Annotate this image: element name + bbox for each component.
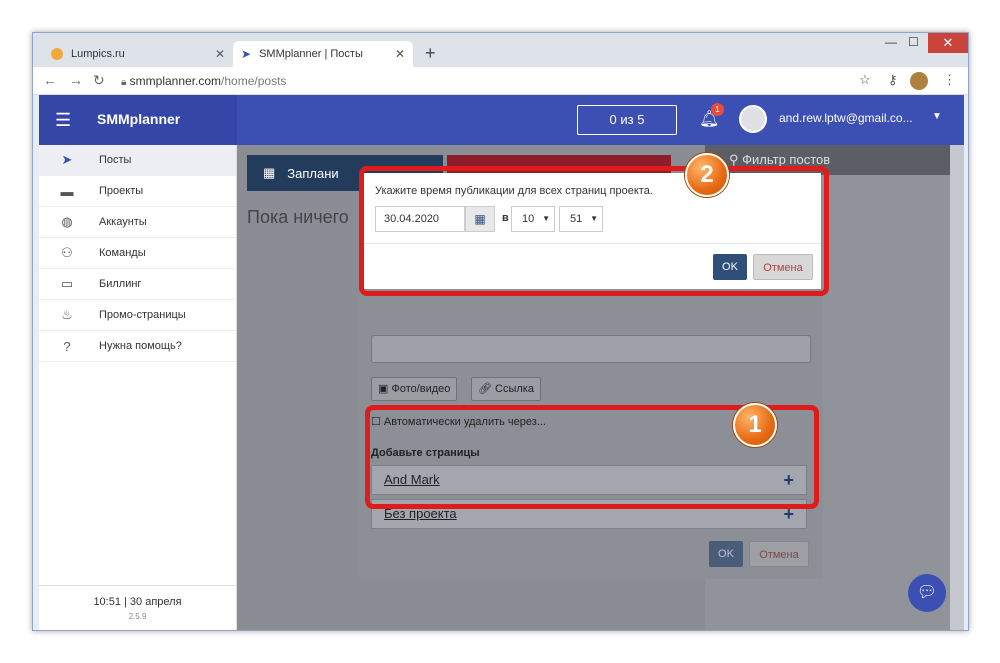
logo-area: ☰ SMMplanner <box>39 95 237 145</box>
sidebar-item-label: Проекты <box>99 185 144 197</box>
footer-time: 10:51 | 30 апреля <box>93 596 182 608</box>
folder-icon: ▬ <box>60 183 74 199</box>
hamburger-icon[interactable]: ☰ <box>55 111 71 129</box>
sidebar-item-help[interactable]: ? Нужна помощь? <box>39 331 236 362</box>
page-scrollbar[interactable] <box>950 145 964 630</box>
sidebar-item-label: Посты <box>99 154 132 166</box>
key-icon[interactable]: ⚷ <box>888 72 898 88</box>
sidebar-item-posts[interactable]: ➤ Посты <box>39 145 236 176</box>
tab-lumpics[interactable]: Lumpics.ru ✕ <box>43 41 233 67</box>
post-text-field[interactable] <box>371 335 811 363</box>
sidebar-item-teams[interactable]: ⚇ Команды <box>39 238 236 269</box>
calendar-plus-icon: ▦ <box>263 165 276 180</box>
filter-icon: ⚲ <box>729 152 743 167</box>
sidebar-item-label: Биллинг <box>99 278 142 290</box>
user-avatar[interactable] <box>739 105 767 133</box>
sidebar-item-label: Команды <box>99 247 146 259</box>
sidebar-item-label: Нужна помощь? <box>99 340 182 352</box>
forward-icon[interactable]: → <box>69 72 83 88</box>
sidebar-item-label: Аккаунты <box>99 216 147 228</box>
sidebar-item-label: Промо-страницы <box>99 309 186 321</box>
photo-video-button[interactable]: ▣ Фото/видео <box>371 377 458 401</box>
empty-state-text: Пока ничего <box>247 207 349 227</box>
new-tab-icon[interactable]: + <box>425 43 436 64</box>
window-close-icon[interactable]: ✕ <box>928 33 968 53</box>
modal-cancel-button[interactable]: Отмена <box>749 541 809 567</box>
browser-window: Lumpics.ru ✕ ➤ SMMplanner | Посты ✕ + — … <box>32 32 969 631</box>
close-tab-icon[interactable]: ✕ <box>395 47 405 61</box>
maximize-icon[interactable]: ☐ <box>908 35 919 49</box>
url-host: smmplanner.com <box>129 74 222 88</box>
globe-icon: ◍ <box>61 214 73 229</box>
profile-avatar[interactable] <box>910 72 928 90</box>
app-version: 2.5.9 <box>128 612 147 621</box>
link-icon: 🔗︎ <box>478 383 496 395</box>
filter-title: Фильтр постов <box>742 152 831 167</box>
url-field[interactable]: 🔒︎ smmplanner.com/home/posts <box>121 71 286 93</box>
sidebar: ➤ Посты ▬ Проекты ◍ Аккаунты ⚇ Команды ▭… <box>39 145 237 630</box>
lumpics-favicon-icon <box>51 48 63 60</box>
user-email[interactable]: and.rew.lptw@gmail.co... <box>779 111 913 125</box>
url-path: /home/posts <box>221 74 287 88</box>
sidebar-item-projects[interactable]: ▬ Проекты <box>39 176 236 207</box>
address-bar: ← → ↻ 🔒︎ smmplanner.com/home/posts ☆ ⚷ ⋮ <box>33 67 968 95</box>
reload-icon[interactable]: ↻ <box>93 72 105 89</box>
team-icon: ⚇ <box>61 245 73 260</box>
tab-bar: Lumpics.ru ✕ ➤ SMMplanner | Посты ✕ + — … <box>33 33 968 67</box>
chevron-down-icon[interactable]: ▼ <box>932 111 942 122</box>
notification-badge: 1 <box>711 103 724 116</box>
photo-video-label: Фото/видео <box>391 383 451 395</box>
help-icon: ? <box>63 338 71 354</box>
sidebar-item-billing[interactable]: ▭ Биллинг <box>39 269 236 300</box>
callout-badge-2: 2 <box>685 153 729 197</box>
minimize-icon[interactable]: — <box>885 35 897 49</box>
post-quota-button[interactable]: 0 из 5 <box>577 105 677 135</box>
app-header: ☰ SMMplanner 0 из 5 🔔︎ 1 and.rew.lptw@gm… <box>39 95 964 145</box>
brand-name: SMMplanner <box>97 111 181 127</box>
lock-icon: 🔒︎ <box>121 77 127 88</box>
tab-smmplanner[interactable]: ➤ SMMplanner | Посты ✕ <box>233 41 413 67</box>
back-icon[interactable]: ← <box>43 72 57 88</box>
chat-bubble-icon[interactable]: 💬︎ <box>908 574 946 612</box>
callout-badge-1: 1 <box>733 403 777 447</box>
paper-plane-icon: ➤ <box>61 152 73 167</box>
star-icon[interactable]: ☆ <box>859 72 871 88</box>
schedule-post-label: Заплани <box>287 165 339 181</box>
sidebar-footer: 10:51 | 30 апреля 2.5.9 <box>39 585 236 630</box>
modal-ok-button[interactable]: OK <box>709 541 743 567</box>
image-icon: ▣ <box>378 383 392 395</box>
link-label: Ссылка <box>495 383 534 395</box>
paper-plane-favicon-icon: ➤ <box>241 47 252 61</box>
sidebar-item-accounts[interactable]: ◍ Аккаунты <box>39 207 236 238</box>
tab-title: SMMplanner | Посты <box>259 48 363 60</box>
close-tab-icon[interactable]: ✕ <box>215 47 225 61</box>
link-button[interactable]: 🔗︎ Ссылка <box>471 377 541 401</box>
highlight-time-dialog <box>359 166 829 296</box>
menu-dots-icon[interactable]: ⋮ <box>943 72 956 88</box>
sidebar-item-promo[interactable]: ♨ Промо-страницы <box>39 300 236 331</box>
tab-title: Lumpics.ru <box>71 48 125 60</box>
card-icon: ▭ <box>60 276 74 291</box>
flame-icon: ♨ <box>61 307 73 322</box>
